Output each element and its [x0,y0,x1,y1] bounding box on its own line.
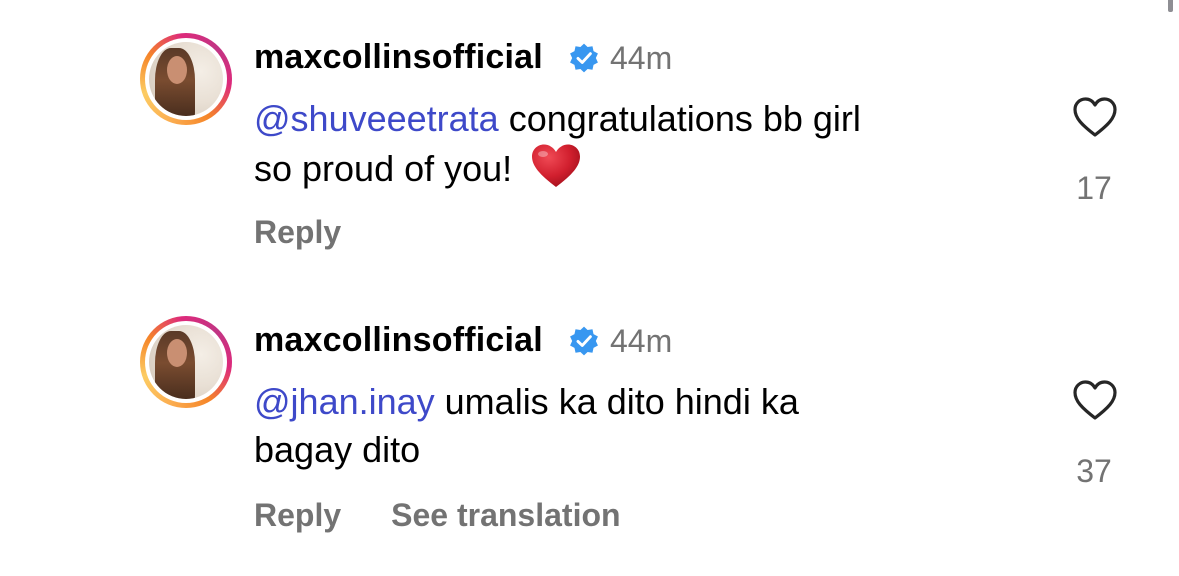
avatar[interactable] [140,316,232,408]
comment-timestamp: 44m [610,40,673,76]
avatar-photo [149,325,223,399]
comment-text-line1: congratulations bb girl [498,98,861,139]
comment-text: @jhan.inay umalis ka dito hindi ka bagay… [254,378,1034,474]
mention-link[interactable]: @jhan.inay [254,381,435,422]
avatar-story-ring-gap [145,321,227,403]
reply-button[interactable]: Reply [254,497,341,533]
see-translation-button[interactable]: See translation [391,497,620,533]
mention-link[interactable]: @shuveeetrata [254,98,499,139]
comment-text-line2: so proud of you! [254,148,513,189]
like-count: 17 [1076,170,1112,206]
reply-button[interactable]: Reply [254,214,341,250]
like-count: 37 [1076,453,1112,489]
verified-badge-icon [570,43,598,73]
comment-item: maxcollinsofficial 44m @jhan.inay umalis… [0,283,1179,563]
comment-timestamp: 44m [610,323,673,359]
comment-text: @shuveeetrata congratulations bb girl so… [254,95,1034,193]
comment-username[interactable]: maxcollinsofficial [254,321,543,360]
comment-username[interactable]: maxcollinsofficial [254,38,543,77]
avatar[interactable] [140,33,232,125]
comment-item: maxcollinsofficial 44m @shuveeetrata con… [0,0,1179,280]
avatar-photo [149,42,223,116]
avatar-story-ring-gap [145,38,227,120]
heart-outline-icon[interactable] [1072,96,1118,138]
red-heart-emoji-icon [532,144,581,187]
comment-text-line1: umalis ka dito hindi ka [434,381,799,422]
heart-outline-icon[interactable] [1072,379,1118,421]
comment-text-line2: bagay dito [254,429,421,470]
verified-badge-icon [570,326,598,356]
comment-actions: Reply See translation [254,497,621,534]
comment-actions: Reply [254,214,341,251]
